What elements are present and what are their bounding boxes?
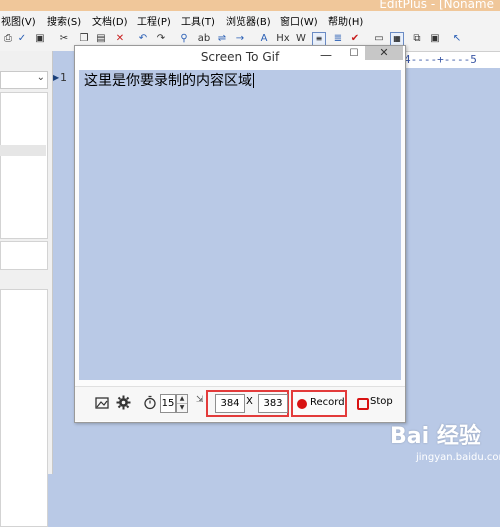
baidu-watermark: Bai 经验 jingyan.baidu.com: [388, 418, 500, 472]
stop-button[interactable]: Stop: [353, 390, 397, 417]
replace-icon[interactable]: ab: [197, 32, 211, 46]
copy-icon[interactable]: ❐: [77, 32, 91, 46]
app-title: EditPlus - [Noname: [379, 0, 494, 11]
goto-icon[interactable]: →: [233, 32, 247, 46]
size-separator: X: [246, 396, 253, 407]
chevron-down-icon: ⌄: [36, 72, 45, 83]
line-numbers-icon[interactable]: ≣: [331, 32, 345, 46]
paste-icon[interactable]: ▤: [94, 32, 108, 46]
menu-tools[interactable]: 工具(T): [181, 13, 215, 28]
menu-help[interactable]: 帮助(H): [328, 13, 363, 28]
width-input[interactable]: 384: [215, 394, 245, 413]
window-icon[interactable]: ▦: [390, 32, 404, 46]
delete-icon[interactable]: ✕: [113, 32, 127, 46]
menu-window[interactable]: 窗口(W): [280, 13, 318, 28]
recorder-controls: 15 ▲ ▼ ⇲ 384 X 383 Record Stop: [75, 386, 405, 421]
tile-icon[interactable]: ⧉: [410, 32, 424, 46]
menu-search[interactable]: 搜索(S): [47, 13, 81, 28]
watermark-logo: Bai 经验: [390, 424, 481, 449]
check-icon[interactable]: ✔: [348, 32, 362, 46]
help-cursor-icon[interactable]: ↖: [450, 32, 464, 46]
directory-panel: ⌄: [0, 51, 53, 527]
preview-icon[interactable]: ▣: [33, 32, 47, 46]
minimize-button[interactable]: —: [313, 48, 339, 66]
maximize-button[interactable]: ☐: [341, 48, 367, 66]
file-filter-box[interactable]: [0, 241, 48, 270]
cascade-icon[interactable]: ▣: [428, 32, 442, 46]
spellcheck-icon[interactable]: ✓: [15, 32, 29, 46]
drive-select[interactable]: ⌄: [0, 71, 48, 89]
frame-rate-input[interactable]: 15: [160, 394, 176, 413]
menu-browser[interactable]: 浏览器(B): [226, 13, 271, 28]
frame-rate-stepper[interactable]: ▲ ▼: [176, 394, 188, 413]
stop-label: Stop: [370, 396, 393, 407]
record-label: Record: [310, 397, 345, 408]
close-button[interactable]: ✕: [365, 46, 403, 60]
cut-icon[interactable]: ✂: [57, 32, 71, 46]
font-icon[interactable]: A: [257, 32, 271, 46]
watermark-url: jingyan.baidu.com: [416, 452, 500, 463]
print-icon[interactable]: ⎙: [1, 32, 15, 46]
header-icon[interactable]: Hx: [276, 32, 290, 46]
resize-icon: ⇲: [196, 395, 204, 405]
frames-icon[interactable]: [95, 396, 109, 410]
current-line-icon: ▶: [53, 73, 60, 82]
timer-icon: [143, 395, 157, 410]
menu-document[interactable]: 文档(D): [92, 13, 128, 28]
file-list[interactable]: [0, 289, 48, 527]
gear-icon[interactable]: [116, 395, 131, 410]
redo-icon[interactable]: ↷: [154, 32, 168, 46]
gif-title-bar[interactable]: Screen To Gif — ☐ ✕: [75, 46, 405, 70]
record-icon: [297, 399, 307, 409]
stop-icon: [357, 398, 369, 410]
word-wrap-icon[interactable]: W: [294, 32, 308, 46]
ruler-icon[interactable]: ≡: [312, 32, 326, 46]
undo-icon[interactable]: ↶: [136, 32, 150, 46]
record-button[interactable]: Record: [291, 390, 347, 417]
decrement-icon[interactable]: ▼: [177, 404, 187, 412]
capture-text: 这里是你要录制的内容区域: [84, 73, 254, 89]
screen-to-gif-window: Screen To Gif — ☐ ✕ 这里是你要录制的内容区域 15 ▲ ▼ …: [74, 45, 406, 423]
find-in-files-icon[interactable]: ⇌: [215, 32, 229, 46]
column-ruler: 4----+----5: [404, 52, 500, 68]
folder-list[interactable]: [0, 92, 48, 239]
menu-bar: 视图(V) 搜索(S) 文档(D) 工程(P) 工具(T) 浏览器(B) 窗口(…: [0, 11, 500, 30]
text-caret: [253, 73, 254, 88]
capture-area[interactable]: 这里是你要录制的内容区域: [79, 70, 401, 380]
find-icon[interactable]: ⚲: [177, 32, 191, 46]
height-input[interactable]: 383: [258, 394, 288, 413]
folder-list-selected-row[interactable]: [0, 145, 46, 156]
app-title-bar: EditPlus - [Noname: [0, 0, 500, 11]
menu-project[interactable]: 工程(P): [137, 13, 171, 28]
doc-icon[interactable]: ▭: [372, 32, 386, 46]
menu-view[interactable]: 视图(V): [1, 13, 36, 28]
increment-icon[interactable]: ▲: [177, 395, 187, 404]
